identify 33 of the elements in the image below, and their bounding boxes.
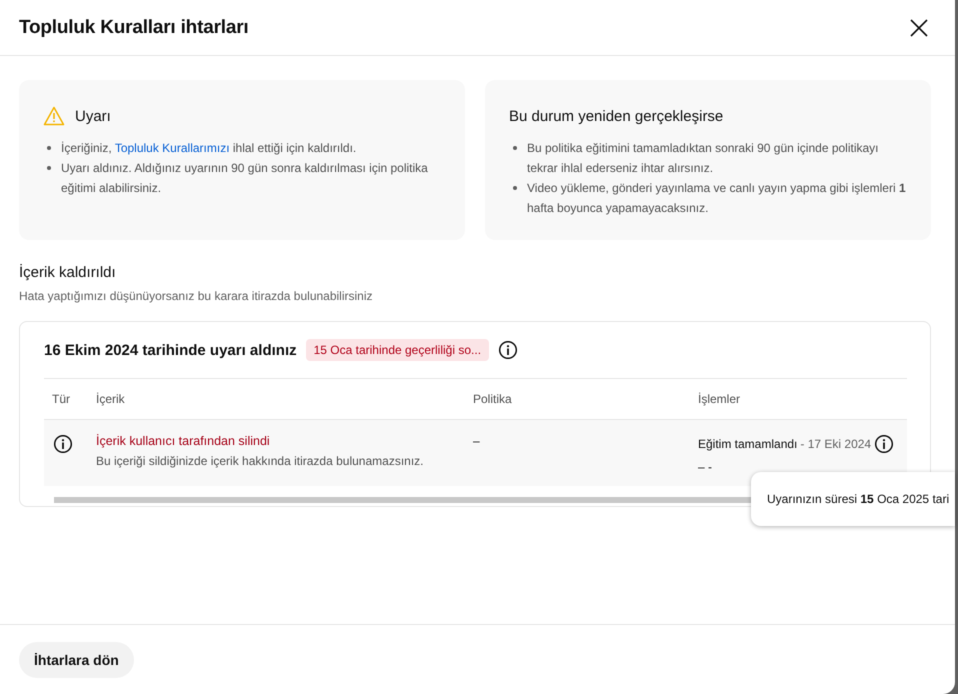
bullet-icon bbox=[47, 146, 51, 150]
policy-cell: – bbox=[473, 434, 480, 448]
action-status: Eğitim tamamlandı bbox=[698, 437, 798, 451]
bullet-text: İçeriğiniz, Topluluk Kurallarımızı ihlal ettiği için kaldırıldı. bbox=[61, 140, 356, 157]
column-header: Tür bbox=[51, 392, 71, 406]
dialog-title: Topluluk Kuralları ihtarları bbox=[19, 16, 248, 38]
column-header: Politika bbox=[473, 392, 513, 406]
section-subtitle: Hata yaptığımızı düşünüyorsanız bu karara itirazda bulunabilirsiniz bbox=[19, 289, 374, 303]
strike-title: 16 Ekim 2024 tarihinde uyarı aldınız bbox=[44, 342, 297, 358]
content-title: İçerik kullanıcı tarafından silindi bbox=[96, 434, 271, 448]
action-note: – - bbox=[698, 460, 714, 474]
bullet-text: Video yükleme, gönderi yayınlama ve canlı yayın yapma gibi işlemleri 1 hafta boyunca yapamayacaksınız. bbox=[527, 180, 907, 217]
guidelines-link[interactable]: Topluluk Kurallarımızı bbox=[114, 141, 230, 155]
bullet-text: Uyarı aldınız. Aldığınız uyarının 90 gün sonra kaldırılması için politika eğitimi alabilirsiniz. bbox=[61, 160, 429, 197]
action-date: - 17 Eki 2024 bbox=[800, 437, 872, 451]
tooltip: Uyarınızın süresi 15 Oca 2025 tari bbox=[751, 472, 955, 526]
close-icon[interactable] bbox=[908, 16, 930, 38]
info-icon[interactable] bbox=[498, 340, 518, 360]
bullet-icon bbox=[47, 166, 51, 170]
card-title: Uyarı bbox=[75, 108, 111, 124]
bullet-icon bbox=[513, 146, 517, 150]
bullet-text: Bu politika eğitimini tamamladıktan sonraki 90 gün içinde politikayı tekrar ihlal ederseniz ihtar alırsınız. bbox=[527, 140, 880, 177]
content-note: Bu içeriği sildiğinizde içerik hakkında itirazda bulunamazsınız. bbox=[96, 454, 424, 468]
warning-icon bbox=[43, 106, 65, 126]
expiry-badge: 15 Oca tarihinde geçerliliği so... bbox=[306, 339, 490, 361]
card-title: Bu durum yeniden gerçekleşirse bbox=[509, 108, 724, 124]
column-header: İçerik bbox=[96, 392, 126, 406]
column-header: İşlemler bbox=[698, 392, 742, 406]
info-icon[interactable] bbox=[874, 434, 894, 454]
section-title: İçerik kaldırıldı bbox=[19, 264, 117, 281]
info-icon[interactable] bbox=[53, 434, 73, 454]
back-button[interactable]: İhtarlara dön bbox=[19, 642, 134, 678]
bullet-icon bbox=[513, 186, 517, 190]
